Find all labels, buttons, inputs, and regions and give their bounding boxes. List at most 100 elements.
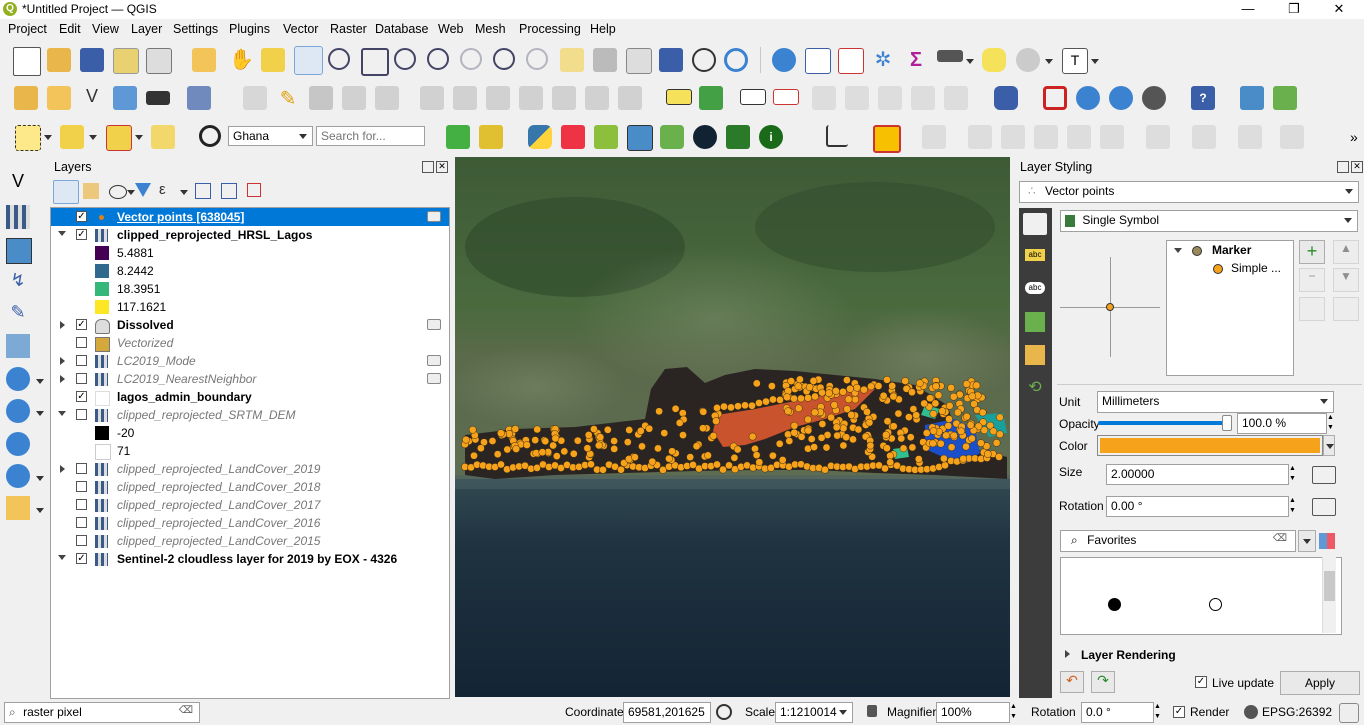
layer-visibility-checkbox[interactable] [76,481,87,492]
label-properties-icon[interactable] [944,86,968,110]
add-feature-icon[interactable] [342,86,366,110]
add-spatialite-icon[interactable] [6,334,30,358]
move-up-button[interactable]: ▲ [1333,240,1359,264]
layer-visibility-checkbox[interactable] [76,463,87,474]
legend-item[interactable]: 5.4881 [51,244,449,262]
zoom-to-selection-icon[interactable] [394,48,416,70]
python-console-icon[interactable] [528,125,552,149]
layer-name[interactable]: lagos_admin_boundary [117,388,252,406]
show-bookmarks-icon[interactable] [659,48,683,72]
new-3d-map-view-icon[interactable] [593,48,617,72]
raster-calc-icon[interactable] [627,125,653,151]
collapse-icon[interactable] [58,411,66,416]
renderer-combo[interactable]: Single Symbol [1060,210,1358,232]
rotation-status-spinner[interactable]: ▲ ▼ [1154,702,1166,723]
data-source-manager-icon[interactable] [14,86,38,110]
deselect-features-icon[interactable] [106,125,132,151]
layer-row[interactable]: ✓ Dissolved [51,316,449,334]
vertex-tool-icon[interactable] [375,86,399,110]
node-tool-a-icon[interactable] [922,125,946,149]
3d-view-tab-icon[interactable] [1025,312,1045,332]
styled-layer-combo[interactable]: ∴ Vector points [1019,181,1359,203]
manage-visibility-icon[interactable] [109,185,127,199]
new-bookmark-icon[interactable] [626,48,652,74]
rotation-status-input[interactable]: 0.0 ° [1081,702,1154,723]
open-attribute-table-icon[interactable] [805,48,831,74]
zoom-last-icon[interactable] [493,48,515,70]
collapse-icon[interactable] [58,555,66,560]
legend-item[interactable]: 117.1621 [51,298,449,316]
layer-name[interactable]: Vector points [638045] [117,208,244,226]
layer-indicator-icon[interactable] [427,373,441,384]
node-tool-h-icon[interactable] [1192,125,1216,149]
save-project-icon[interactable] [80,48,104,72]
add-vector-layer-icon[interactable]: V [6,171,30,195]
digitize-tool-icon[interactable] [873,125,901,153]
node-tool-d-icon[interactable] [1034,125,1058,149]
symbol-outline-circle[interactable] [1209,598,1222,611]
layer-name[interactable]: clipped_reprojected_LandCover_2016 [117,514,320,532]
delete-selected-icon[interactable] [453,86,477,110]
diagrams-tab-icon[interactable] [1025,345,1045,365]
size-data-defined-icon[interactable] [1312,466,1336,484]
zoom-full-icon[interactable] [361,48,389,76]
expand-icon[interactable] [60,375,65,383]
add-wms-icon[interactable] [6,432,30,456]
add-delimited-text-icon[interactable]: ↯ [6,270,30,294]
db-manager-icon[interactable] [994,86,1018,110]
close-panel-icon[interactable]: ✕ [436,161,448,173]
symbol-filled-circle[interactable] [1108,598,1121,611]
cut-features-icon[interactable] [486,86,510,110]
expand-icon[interactable] [60,465,65,473]
layer-name[interactable]: Sentinel-2 cloudless layer for 2019 by E… [117,550,397,568]
new-virtual-layer-icon[interactable] [146,91,170,105]
change-label-icon[interactable] [878,86,902,110]
move-down-button[interactable]: ▼ [1333,268,1359,292]
metasearch-icon[interactable] [1109,86,1133,110]
menu-view[interactable]: View [92,22,119,36]
layer-visibility-checkbox[interactable]: ✓ [76,229,87,240]
node-tool-i-icon[interactable] [1238,125,1262,149]
go-search-icon[interactable] [446,125,470,149]
new-map-view-icon[interactable] [560,48,584,72]
filter-by-expression-icon[interactable]: ε [159,181,166,198]
layer-visibility-checkbox[interactable]: ✓ [76,319,87,330]
labels-tab-icon[interactable]: abc [1025,249,1045,261]
opacity-input[interactable]: 100.0 % [1237,413,1327,434]
menu-layer[interactable]: Layer [131,22,162,36]
style-manager-icon[interactable] [1319,533,1335,549]
history-tab-icon[interactable]: ⟲ [1025,377,1045,396]
add-group-icon[interactable] [83,183,99,199]
close-styling-icon[interactable]: ✕ [1351,161,1363,173]
layer-row[interactable]: clipped_reprojected_SRTM_DEM [51,406,449,424]
georeferencer-icon[interactable] [1076,86,1100,110]
add-geopackage-icon[interactable] [6,496,30,520]
toggle-extents-icon[interactable] [716,704,732,720]
symbol-layer-tree[interactable]: Marker Simple ... [1166,240,1294,376]
remove-symbol-layer-button[interactable]: − [1299,268,1325,292]
add-raster-layer-icon[interactable] [6,205,30,229]
open-field-calculator-icon[interactable] [838,48,864,74]
legend-item[interactable]: 8.2442 [51,262,449,280]
menu-raster[interactable]: Raster [330,22,367,36]
layer-row[interactable]: clipped_reprojected_LandCover_2017 [51,496,449,514]
rotation-spinner[interactable]: ▲ ▼ [1289,496,1301,517]
legend-item[interactable]: 71 [51,442,449,460]
identify-features-icon[interactable] [772,48,796,72]
opacity-spinner[interactable]: ▲ ▼ [1327,413,1339,434]
processing-toolbox-icon[interactable]: ✲ [871,48,895,72]
layer-name[interactable]: Vectorized [117,334,173,352]
refresh-icon[interactable] [724,48,748,72]
layer-name[interactable]: LC2019_NearestNeighbor [117,370,256,388]
layer-visibility-checkbox[interactable] [76,409,87,420]
new-spatialite-layer-icon[interactable] [113,86,137,110]
menu-project[interactable]: Project [8,22,47,36]
label-toolbar-icon[interactable] [666,89,692,105]
scale-combo[interactable]: 1:1210014 [775,702,853,723]
add-postgis-icon[interactable] [6,367,30,391]
new-project-icon[interactable] [13,47,41,76]
current-edits-icon[interactable] [243,86,267,110]
layer-visibility-checkbox[interactable]: ✓ [76,391,87,402]
filter-legend-icon[interactable] [135,183,151,197]
modify-attributes-icon[interactable] [420,86,444,110]
